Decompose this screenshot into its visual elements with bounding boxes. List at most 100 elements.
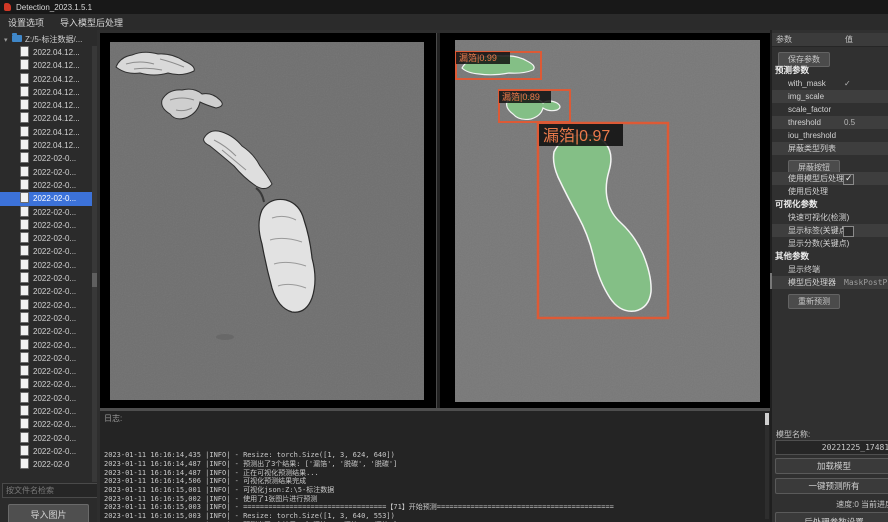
tree-file-item[interactable]: 2022-02-0... xyxy=(0,166,92,179)
param-row-mask-type-list[interactable]: 屏蔽类型列表 xyxy=(772,142,888,155)
tree-file-label: 2022.04.12... xyxy=(33,48,80,57)
tree-file-item[interactable]: 2022.04.12... xyxy=(0,112,92,125)
file-icon xyxy=(20,352,29,363)
tree-file-item[interactable]: 2022-02-0... xyxy=(0,325,92,338)
file-icon xyxy=(20,179,29,190)
tree-file-item[interactable]: 2022-02-0... xyxy=(0,432,92,445)
param-row-show-scores[interactable]: 显示分数(关键点) xyxy=(772,237,888,250)
tree-file-item[interactable]: 2022-02-0... xyxy=(0,272,92,285)
tree-file-label: 2022-02-0... xyxy=(33,234,76,243)
source-image-panel xyxy=(100,33,436,410)
param-row-scale-factor[interactable]: scale_factor xyxy=(772,103,888,116)
re-predict-button[interactable]: 重新预测 xyxy=(788,294,840,309)
threshold-value[interactable]: 0.5 xyxy=(844,116,855,129)
tree-file-item[interactable]: 2022-02-0... xyxy=(0,405,92,418)
tree-file-label: 2022-02-0... xyxy=(33,168,76,177)
tree-scrollbar[interactable] xyxy=(92,46,97,482)
file-icon xyxy=(20,219,29,230)
tree-file-item[interactable]: 2022-02-0 xyxy=(0,458,92,471)
tree-file-label: 2022-02-0 xyxy=(33,460,69,469)
param-column-header: 参数 xyxy=(776,35,792,44)
tree-root-folder[interactable]: Z:/5-标注数据/... xyxy=(0,33,97,46)
tree-file-item[interactable]: 2022.04.12... xyxy=(0,46,92,59)
tree-file-item[interactable]: 2022.04.12... xyxy=(0,59,92,72)
tree-file-item[interactable]: 2022.04.12... xyxy=(0,86,92,99)
param-row-use-postprocess[interactable]: 使用后处理 xyxy=(772,185,888,198)
tree-file-item[interactable]: 2022.04.12... xyxy=(0,99,92,112)
import-images-button[interactable]: 导入图片 xyxy=(8,504,89,522)
tree-file-label: 2022-02-0... xyxy=(33,301,76,310)
param-row-model-postprocessor[interactable]: 模型后处理器MaskPostPro xyxy=(772,276,888,289)
show-labels-checkbox[interactable] xyxy=(843,226,854,237)
tree-file-item[interactable]: 2022-02-0... xyxy=(0,392,92,405)
tree-file-item[interactable]: 2022-02-0... xyxy=(0,352,92,365)
detection-label: 漏箔|0.97 xyxy=(543,127,610,145)
filename-search-input[interactable] xyxy=(2,483,97,498)
section-predict-params: 预测参数 xyxy=(772,64,888,77)
log-line: 2023-01-11 16:16:14,435 |INFO| - Resize:… xyxy=(104,451,762,460)
model-postprocessor-value[interactable]: MaskPostPro xyxy=(844,276,888,289)
tree-file-item[interactable]: 2022-02-0... xyxy=(0,152,92,165)
param-row-iou-threshold[interactable]: iou_threshold xyxy=(772,129,888,142)
tree-file-item[interactable]: 2022.04.12... xyxy=(0,126,92,139)
app-window: Detection_2023.1.5.1 设置选项 导入模型后处理 Z:/5-标… xyxy=(0,0,888,522)
tree-file-item[interactable]: 2022-02-0... xyxy=(0,232,92,245)
file-icon xyxy=(20,445,29,456)
param-row-show-terminal[interactable]: 显示终端 xyxy=(772,263,888,276)
tree-file-label: 2022-02-0... xyxy=(33,434,76,443)
param-row-fast-visualize[interactable]: 快速可视化(检测) xyxy=(772,211,888,224)
param-row-show-labels[interactable]: 显示标签(关键点) xyxy=(772,224,888,237)
tree-file-item[interactable]: 2022-02-0... xyxy=(0,418,92,431)
tree-scrollbar-thumb[interactable] xyxy=(92,273,97,287)
tree-file-item[interactable]: 2022-02-0... xyxy=(0,339,92,352)
file-icon xyxy=(20,245,29,256)
model-name-label: 模型名称: xyxy=(776,429,810,440)
file-icon xyxy=(20,192,29,203)
tree-file-item[interactable]: 2022-02-0... xyxy=(0,219,92,232)
menu-import-model-postprocess[interactable]: 导入模型后处理 xyxy=(52,16,131,29)
tree-file-item[interactable]: 2022-02-0... xyxy=(0,299,92,312)
tree-file-label: 2022-02-0... xyxy=(33,380,76,389)
tree-file-item[interactable]: 2022-02-0... xyxy=(0,179,92,192)
tree-file-label: 2022-02-0... xyxy=(33,447,76,456)
tree-file-item[interactable]: 2022.04.12... xyxy=(0,73,92,86)
tree-file-label: 2022.04.12... xyxy=(33,101,80,110)
menubar: 设置选项 导入模型后处理 xyxy=(0,14,888,30)
file-icon xyxy=(20,166,29,177)
tree-file-item[interactable]: 2022-02-0... xyxy=(0,285,92,298)
tree-file-item[interactable]: 2022-02-0... xyxy=(0,365,92,378)
tree-file-label: 2022.04.12... xyxy=(33,128,80,137)
file-icon xyxy=(20,46,29,57)
tree-file-item[interactable]: 2022-02-0... xyxy=(0,312,92,325)
tree-file-label: 2022-02-0... xyxy=(33,394,76,403)
load-model-button[interactable]: 加载模型 xyxy=(775,458,888,474)
tree-file-item[interactable]: 2022-02-0... xyxy=(0,245,92,258)
tree-file-label: 2022-02-0... xyxy=(33,367,76,376)
file-icon xyxy=(20,139,29,150)
log-scrollbar-thumb[interactable] xyxy=(765,413,769,425)
tree-file-label: 2022-02-0... xyxy=(33,221,76,230)
file-icon xyxy=(20,112,29,123)
tree-file-item[interactable]: 2022-02-0... xyxy=(0,206,92,219)
model-name-field[interactable]: 20221225_174813 xyxy=(775,440,888,455)
log-scrollbar[interactable] xyxy=(765,413,769,519)
param-row-with-mask[interactable]: with_mask✓ xyxy=(772,77,888,90)
source-image xyxy=(110,42,424,400)
file-icon xyxy=(20,259,29,270)
section-other-params: 其他参数 xyxy=(772,250,888,263)
param-row-use-model-postprocess[interactable]: 使用模型后处理 xyxy=(772,172,888,185)
app-icon xyxy=(4,3,11,11)
predict-all-button[interactable]: 一键预测所有 xyxy=(775,478,888,494)
use-model-postprocess-checkbox[interactable] xyxy=(843,174,854,185)
with-mask-check[interactable]: ✓ xyxy=(844,77,851,90)
tree-file-item[interactable]: 2022-02-0... xyxy=(0,259,92,272)
param-row-threshold[interactable]: threshold0.5 xyxy=(772,116,888,129)
menu-settings[interactable]: 设置选项 xyxy=(0,16,52,29)
postprocess-params-button[interactable]: 后处理参数设置 xyxy=(775,512,888,522)
tree-file-item[interactable]: 2022-02-0... xyxy=(0,378,92,391)
file-icon xyxy=(20,365,29,376)
tree-file-item[interactable]: 2022-02-0... xyxy=(0,445,92,458)
param-row-img-scale[interactable]: img_scale xyxy=(772,90,888,103)
tree-file-item[interactable]: 2022-02-0... xyxy=(0,192,92,205)
tree-file-item[interactable]: 2022.04.12... xyxy=(0,139,92,152)
